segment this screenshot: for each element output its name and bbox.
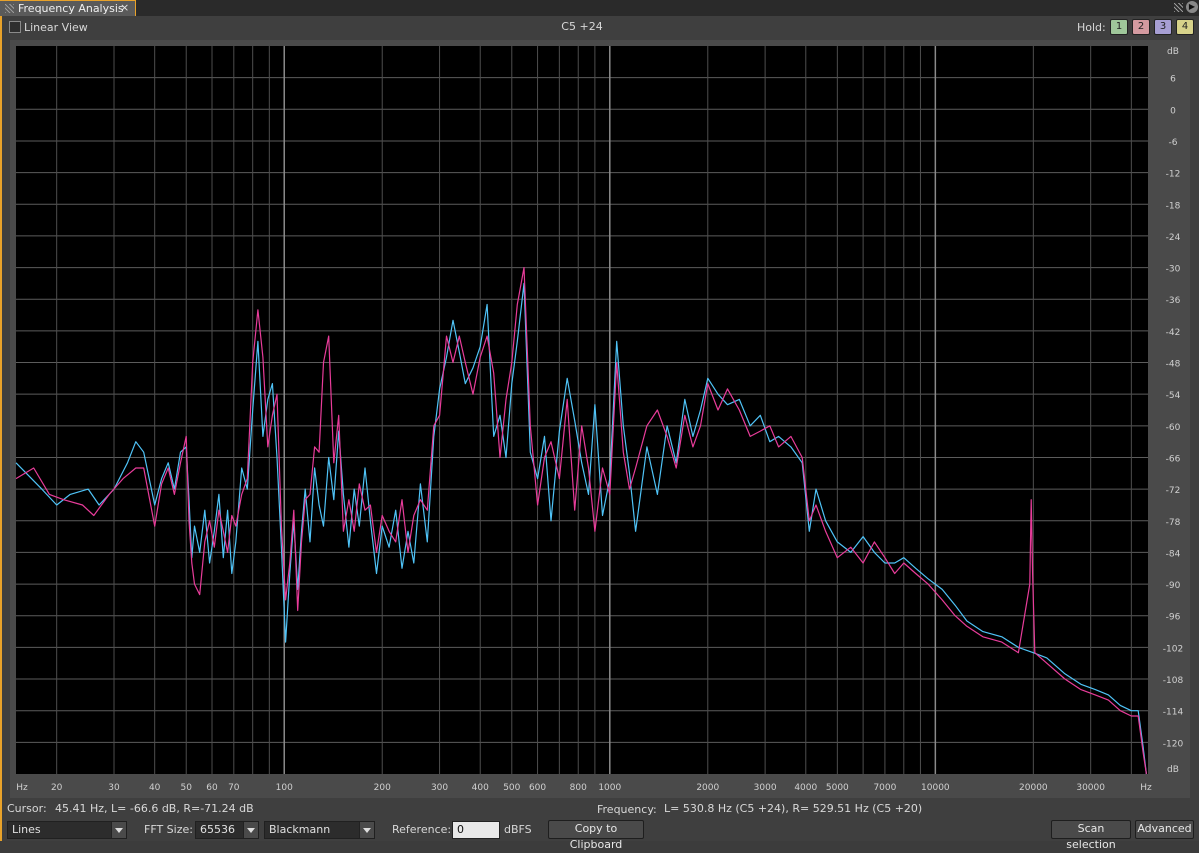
fft-size-value: 65536 bbox=[200, 823, 235, 836]
display-mode-select[interactable]: Lines bbox=[7, 821, 127, 839]
reference-label: Reference: bbox=[392, 823, 452, 836]
panel-toolbar: Linear View C5 +24 Hold: 1 2 3 4 bbox=[2, 16, 1199, 38]
y-tick-label: -48 bbox=[1166, 360, 1181, 370]
x-tick-label: 7000 bbox=[873, 783, 896, 793]
x-tick-label: 2000 bbox=[696, 783, 719, 793]
y-tick-label: -18 bbox=[1166, 201, 1181, 211]
y-tick-label: -96 bbox=[1166, 613, 1181, 623]
cursor-value: 45.41 Hz, L= -66.6 dB, R=-71.24 dB bbox=[55, 802, 254, 815]
y-tick-label: -120 bbox=[1163, 739, 1184, 749]
y-tick-label: -102 bbox=[1163, 644, 1183, 654]
x-tick-label: 200 bbox=[374, 783, 391, 793]
x-tick-label: 70 bbox=[228, 783, 240, 793]
fft-size-select[interactable]: 65536 bbox=[195, 821, 259, 839]
y-tick-label: 6 bbox=[1170, 75, 1176, 85]
tab-title: Frequency Analysis bbox=[18, 2, 124, 15]
y-unit-label: dB bbox=[1167, 47, 1179, 57]
y-tick-label: -84 bbox=[1166, 549, 1181, 559]
x-tick-label: 40 bbox=[149, 783, 161, 793]
reference-input[interactable]: 0 bbox=[452, 821, 500, 839]
hold-button-2[interactable]: 2 bbox=[1132, 19, 1150, 35]
status-bar: Cursor: 45.41 Hz, L= -66.6 dB, R=-71.24 … bbox=[0, 801, 1197, 817]
x-tick-label: 600 bbox=[529, 783, 546, 793]
panel-menu-icon[interactable]: ▶ bbox=[1186, 1, 1198, 13]
note-readout: C5 +24 bbox=[561, 20, 603, 33]
grip-icon[interactable] bbox=[5, 4, 14, 13]
x-tick-label: 30000 bbox=[1076, 783, 1105, 793]
x-tick-label: 300 bbox=[431, 783, 448, 793]
x-tick-label: 1000 bbox=[598, 783, 621, 793]
hold-label: Hold: bbox=[1077, 21, 1106, 34]
y-tick-label: -42 bbox=[1166, 328, 1181, 338]
x-tick-label: 10000 bbox=[921, 783, 950, 793]
advanced-button[interactable]: Advanced bbox=[1135, 820, 1194, 839]
frequency-label: Frequency: bbox=[597, 803, 657, 816]
x-tick-label: 500 bbox=[503, 783, 520, 793]
y-tick-label: -72 bbox=[1166, 486, 1181, 496]
chevron-down-icon[interactable] bbox=[111, 822, 126, 838]
close-icon[interactable]: × bbox=[120, 1, 129, 14]
frequency-value: L= 530.8 Hz (C5 +24), R= 529.51 Hz (C5 +… bbox=[664, 802, 923, 815]
x-tick-label: 20000 bbox=[1019, 783, 1048, 793]
x-tick-label: 4000 bbox=[794, 783, 817, 793]
y-tick-label: 0 bbox=[1170, 106, 1176, 116]
y-tick-label: -12 bbox=[1166, 170, 1181, 180]
x-tick-label: 50 bbox=[181, 783, 193, 793]
y-tick-label: -66 bbox=[1166, 454, 1181, 464]
reference-value: 0 bbox=[457, 823, 464, 836]
y-tick-label: -90 bbox=[1166, 581, 1181, 591]
y-tick-label: -108 bbox=[1163, 676, 1184, 686]
y-tick-label: -60 bbox=[1166, 423, 1181, 433]
x-tick-label: 800 bbox=[570, 783, 587, 793]
y-tick-label: -78 bbox=[1166, 518, 1181, 528]
panel-tab-bar: Frequency Analysis × ▶ bbox=[0, 0, 1199, 16]
window-function-select[interactable]: Blackmann bbox=[264, 821, 375, 839]
x-tick-label: 400 bbox=[472, 783, 489, 793]
y-tick-label: -24 bbox=[1166, 233, 1181, 243]
y-tick-label: -114 bbox=[1163, 708, 1184, 718]
x-tick-label: 3000 bbox=[754, 783, 777, 793]
x-unit-label: Hz bbox=[16, 783, 28, 793]
tab-frequency-analysis[interactable]: Frequency Analysis × bbox=[0, 0, 136, 16]
window-function-value: Blackmann bbox=[269, 823, 331, 836]
x-unit-label: Hz bbox=[1140, 783, 1152, 793]
chevron-down-icon[interactable] bbox=[243, 822, 258, 838]
hold-button-1[interactable]: 1 bbox=[1110, 19, 1128, 35]
x-tick-label: 60 bbox=[206, 783, 218, 793]
x-tick-label: 30 bbox=[108, 783, 120, 793]
fft-size-label: FFT Size: bbox=[144, 823, 193, 836]
display-mode-value: Lines bbox=[12, 823, 41, 836]
x-tick-label: 100 bbox=[276, 783, 293, 793]
y-tick-label: -54 bbox=[1166, 391, 1181, 401]
cursor-label: Cursor: bbox=[7, 802, 47, 815]
hold-button-3[interactable]: 3 bbox=[1154, 19, 1172, 35]
frequency-spectrum-chart[interactable]: 60-6-12-18-24-30-36-42-48-54-60-66-72-78… bbox=[10, 40, 1190, 798]
copy-to-clipboard-button[interactable]: Copy to Clipboard bbox=[548, 820, 644, 851]
reference-unit: dBFS bbox=[504, 823, 532, 836]
y-tick-label: -6 bbox=[1169, 138, 1178, 148]
y-tick-label: -36 bbox=[1166, 296, 1181, 306]
grip-icon[interactable] bbox=[1174, 3, 1183, 12]
x-tick-label: 20 bbox=[51, 783, 63, 793]
chevron-down-icon[interactable] bbox=[359, 822, 374, 838]
hold-button-4[interactable]: 4 bbox=[1176, 19, 1194, 35]
x-tick-label: 5000 bbox=[826, 783, 849, 793]
y-unit-label: dB bbox=[1167, 765, 1179, 775]
controls-bar: Lines FFT Size: 65536 Blackmann Referenc… bbox=[0, 819, 1197, 851]
scan-selection-button[interactable]: Scan selection bbox=[1051, 820, 1131, 851]
y-tick-label: -30 bbox=[1166, 265, 1181, 275]
